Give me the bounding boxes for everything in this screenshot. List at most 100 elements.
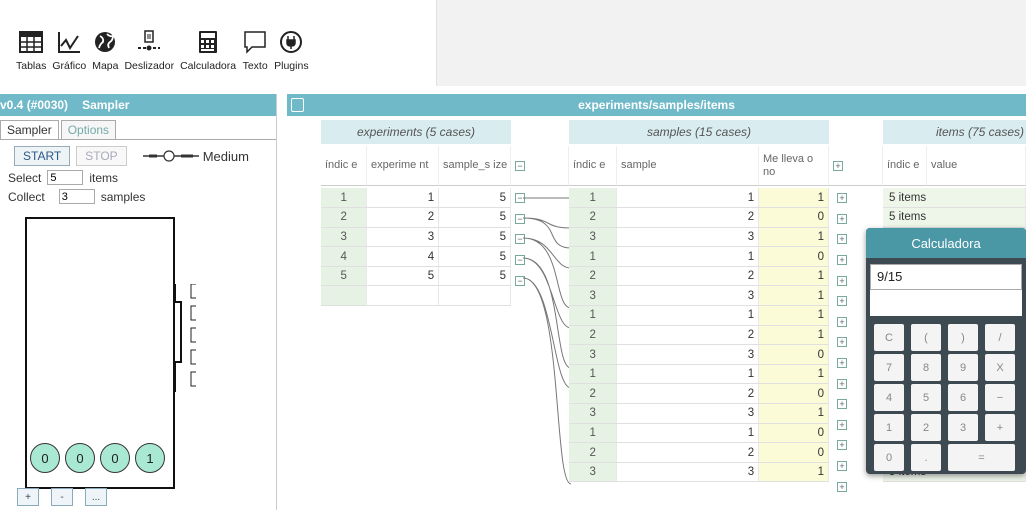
calculator-button[interactable]: Calculadora — [180, 28, 236, 72]
expand-icon[interactable]: + — [837, 275, 847, 286]
calc-key[interactable]: ) — [948, 324, 978, 351]
sample-cell[interactable]: 2 — [616, 266, 760, 287]
expand-icon[interactable]: + — [837, 378, 847, 389]
sample-cell[interactable]: 2 — [616, 207, 760, 228]
sample-row[interactable]: 110 — [569, 246, 829, 267]
col-header-experiment[interactable]: experime nt — [367, 146, 439, 186]
experiment-row[interactable]: 225 — [321, 207, 511, 228]
sample-row[interactable]: 330 — [569, 344, 829, 365]
experiment-new-row[interactable] — [321, 285, 511, 307]
expand-icon[interactable]: + — [837, 255, 847, 266]
sample-row[interactable]: 220 — [569, 207, 829, 228]
row-index-cell[interactable]: 1 — [569, 188, 618, 209]
select-count-input[interactable] — [47, 170, 84, 185]
sample-cell[interactable]: 3 — [616, 285, 760, 307]
expand-icon[interactable]: + — [837, 461, 847, 472]
me-lleva-cell[interactable]: 1 — [758, 188, 829, 209]
row-index-cell[interactable]: 3 — [569, 403, 618, 424]
me-lleva-cell[interactable]: 1 — [758, 403, 829, 424]
items-row[interactable]: 5 items — [883, 188, 1026, 209]
sample-row[interactable]: 331 — [569, 227, 829, 248]
calc-key[interactable]: = — [948, 444, 1015, 471]
calc-key[interactable]: 3 — [948, 414, 978, 441]
experiment-row[interactable]: 115 — [321, 188, 511, 209]
calc-key[interactable]: ( — [911, 324, 941, 351]
sample-row[interactable]: 111 — [569, 188, 829, 209]
calc-key[interactable]: . — [911, 444, 941, 471]
sampler-title-bar[interactable]: v0.4 (#0030) Sampler — [0, 94, 276, 116]
sample-row[interactable]: 111 — [569, 305, 829, 326]
expand-icon[interactable]: + — [837, 440, 847, 451]
row-index-cell[interactable]: 2 — [569, 383, 618, 405]
ball-4[interactable]: 1 — [135, 443, 165, 473]
me-lleva-cell[interactable]: 1 — [758, 462, 829, 483]
row-index-cell[interactable]: 1 — [321, 188, 368, 209]
row-index-cell[interactable]: 5 — [321, 266, 368, 287]
col-header-sample[interactable]: sample — [617, 146, 759, 186]
tab-options[interactable]: Options — [60, 120, 117, 139]
row-index-cell[interactable]: 1 — [569, 423, 618, 444]
expand-icon[interactable]: + — [837, 399, 847, 410]
empty-cell[interactable] — [366, 285, 440, 307]
expand-all-icon[interactable]: + — [833, 160, 843, 171]
sample-cell[interactable]: 2 — [616, 442, 760, 463]
col-header-value[interactable]: value — [927, 146, 1026, 186]
expand-icon[interactable]: + — [837, 419, 847, 430]
row-index-cell[interactable]: 1 — [569, 364, 618, 385]
expand-row-toggle[interactable]: + — [829, 209, 883, 230]
stop-button[interactable]: STOP — [76, 146, 127, 166]
row-index-cell[interactable]: 1 — [569, 246, 618, 267]
expand-row-toggle[interactable]: + — [829, 188, 883, 209]
calculator-display[interactable]: 9/15 — [870, 264, 1022, 290]
items-row[interactable]: 5 items — [883, 207, 1026, 228]
ball-3[interactable]: 0 — [100, 443, 130, 473]
calc-key[interactable]: + — [985, 414, 1015, 441]
row-index-cell[interactable]: 2 — [569, 266, 618, 287]
more-options-button[interactable]: ... — [85, 488, 107, 506]
sample-row[interactable]: 111 — [569, 364, 829, 385]
expand-icon[interactable]: + — [837, 358, 847, 369]
expand-icon[interactable]: + — [837, 337, 847, 348]
calc-key[interactable]: X — [985, 354, 1015, 381]
calc-key[interactable]: / — [985, 324, 1015, 351]
me-lleva-cell[interactable]: 0 — [758, 246, 829, 267]
experiment-cell[interactable]: 1 — [366, 188, 440, 209]
sample-row[interactable]: 220 — [569, 442, 829, 463]
row-index-cell[interactable]: 1 — [569, 305, 618, 326]
calc-key[interactable]: 4 — [874, 384, 904, 411]
case-table-title-bar[interactable]: experiments/samples/items — [287, 94, 1026, 116]
row-index-cell[interactable]: 3 — [569, 227, 618, 248]
me-lleva-cell[interactable]: 1 — [758, 325, 829, 346]
map-button[interactable]: Mapa — [92, 28, 118, 72]
sample-size-cell[interactable]: 5 — [438, 227, 511, 248]
row-index-cell[interactable]: 2 — [569, 325, 618, 346]
calc-key[interactable]: 8 — [911, 354, 941, 381]
calc-key[interactable]: 2 — [911, 414, 941, 441]
sampler-device[interactable]: 0 0 0 1 — [25, 217, 175, 489]
row-index-cell[interactable]: 3 — [569, 285, 618, 307]
sample-cell[interactable]: 2 — [616, 383, 760, 405]
sample-size-cell[interactable]: 5 — [438, 207, 511, 228]
calc-key[interactable]: 5 — [911, 384, 941, 411]
calc-key[interactable]: 7 — [874, 354, 904, 381]
sample-size-cell[interactable]: 5 — [438, 188, 511, 209]
items-summary-cell[interactable]: 5 items — [883, 207, 1026, 228]
start-button[interactable]: START — [14, 146, 71, 166]
me-lleva-cell[interactable]: 0 — [758, 383, 829, 405]
experiment-cell[interactable]: 2 — [366, 207, 440, 228]
ball-1[interactable]: 0 — [30, 443, 60, 473]
calc-key[interactable]: C — [874, 324, 904, 351]
sample-row[interactable]: 110 — [569, 423, 829, 444]
col-header-sample-size[interactable]: sample_s ize — [439, 146, 511, 186]
calculator-window[interactable]: Calculadora 9/15 C () / 7 8 9 X 4 5 6− 1 2 3 +0. = — [866, 228, 1026, 474]
sample-cell[interactable]: 1 — [616, 364, 760, 385]
speed-slider[interactable] — [142, 149, 199, 163]
plugins-button[interactable]: Plugins — [274, 28, 309, 72]
sample-cell[interactable]: 2 — [616, 325, 760, 346]
sample-row[interactable]: 221 — [569, 266, 829, 287]
table-menu-icon[interactable] — [291, 98, 304, 112]
experiment-cell[interactable]: 5 — [366, 266, 440, 287]
row-index-cell[interactable]: 2 — [569, 207, 618, 228]
row-index-cell[interactable]: 2 — [569, 442, 618, 463]
row-index-cell[interactable]: 2 — [321, 207, 368, 228]
